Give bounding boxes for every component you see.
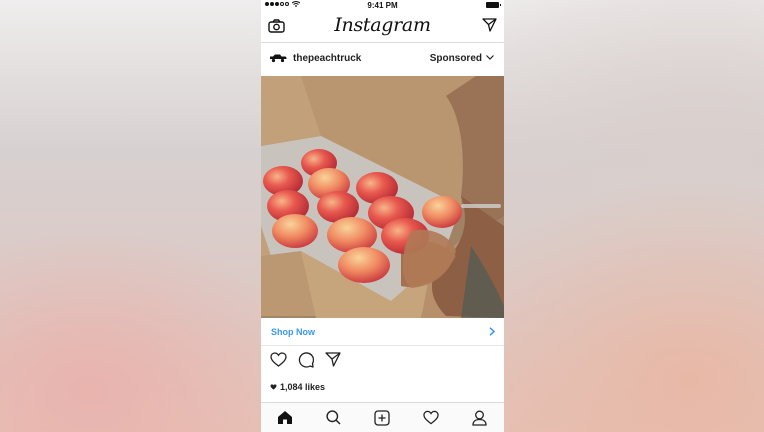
profile-icon[interactable] — [472, 410, 487, 426]
post-image[interactable] — [261, 76, 504, 318]
share-icon[interactable] — [325, 352, 341, 367]
direct-message-icon[interactable] — [482, 18, 497, 32]
likes-count[interactable]: 1,084 likes — [270, 382, 325, 392]
new-post-icon[interactable] — [374, 410, 390, 426]
heart-small-icon — [270, 384, 277, 390]
shop-now-bar[interactable]: Shop Now — [261, 319, 504, 346]
likes-text: 1,084 likes — [280, 382, 326, 392]
post-username[interactable]: thepeachtruck — [293, 53, 361, 64]
truck-avatar-icon[interactable] — [269, 53, 287, 63]
chevron-down-icon[interactable] — [486, 55, 494, 60]
status-time: 9:41 PM — [367, 1, 398, 10]
post-header: thepeachtruck Sponsored — [261, 43, 504, 75]
like-heart-icon[interactable] — [270, 352, 287, 367]
bottom-tab-bar — [261, 402, 504, 432]
app-header: Instagram — [261, 12, 504, 43]
app-logo: Instagram — [334, 14, 431, 36]
chevron-right-icon[interactable] — [489, 327, 495, 336]
shop-now-label[interactable]: Shop Now — [271, 327, 315, 337]
activity-icon[interactable] — [423, 410, 439, 425]
phone-screen: 9:41 PM Instagram thepeachtruck Sponsore… — [261, 0, 504, 432]
sponsored-label[interactable]: Sponsored — [430, 53, 482, 64]
home-icon[interactable] — [277, 410, 293, 425]
battery-icon — [486, 2, 501, 8]
post-actions — [261, 350, 504, 372]
search-icon[interactable] — [326, 410, 341, 425]
status-bar: 9:41 PM — [261, 0, 504, 11]
comment-icon[interactable] — [298, 352, 314, 368]
peach-box-photo — [261, 76, 504, 318]
